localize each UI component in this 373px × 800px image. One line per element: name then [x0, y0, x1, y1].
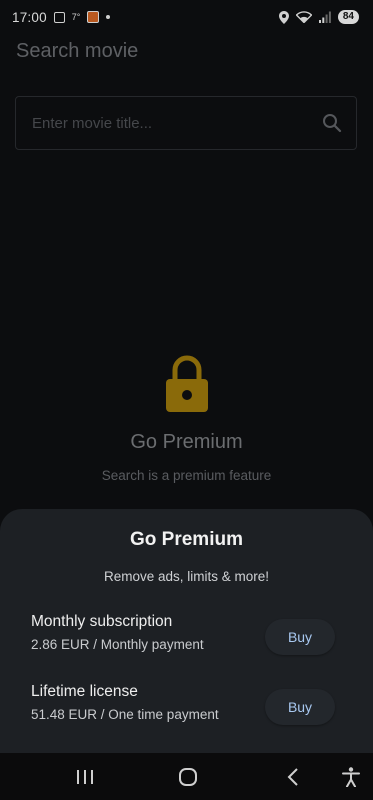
status-bar: 17:00 7° 84 [0, 0, 373, 34]
page-title: Search movie [16, 40, 139, 62]
home-icon[interactable] [177, 765, 199, 789]
search-icon[interactable] [322, 113, 342, 133]
signal-icon [318, 11, 331, 23]
battery-indicator: 84 [337, 10, 359, 24]
status-time: 17:00 [12, 9, 47, 25]
purchase-option-lifetime: Lifetime license 51.48 EUR / One time pa… [31, 683, 341, 733]
wifi-icon [295, 11, 312, 23]
premium-subtitle: Search is a premium feature [101, 468, 272, 483]
premium-lock-area: Go Premium Search is a premium feature [0, 355, 373, 483]
buy-monthly-button[interactable]: Buy [265, 619, 335, 655]
app-notification-icon [87, 11, 100, 23]
weather-text: 7° [71, 12, 81, 22]
location-icon [278, 10, 289, 24]
premium-title: Go Premium [130, 431, 243, 453]
search-input[interactable]: Enter movie title... [15, 96, 357, 150]
recent-apps-icon[interactable] [74, 765, 96, 789]
back-icon[interactable] [284, 765, 302, 789]
sheet-title: Go Premium [130, 529, 243, 550]
sheet-subtitle: Remove ads, limits & more! [103, 569, 270, 584]
premium-bottom-sheet: Go Premium Remove ads, limits & more! Mo… [0, 509, 373, 753]
buy-lifetime-button[interactable]: Buy [265, 689, 335, 725]
screenshot-icon [53, 11, 65, 23]
search-placeholder: Enter movie title... [32, 114, 153, 132]
lock-icon [165, 355, 208, 412]
purchase-option-monthly: Monthly subscription 2.86 EUR / Monthly … [31, 613, 341, 663]
accessibility-icon[interactable] [340, 765, 362, 789]
navigation-bar [0, 753, 373, 800]
more-notifications-icon [106, 15, 111, 19]
